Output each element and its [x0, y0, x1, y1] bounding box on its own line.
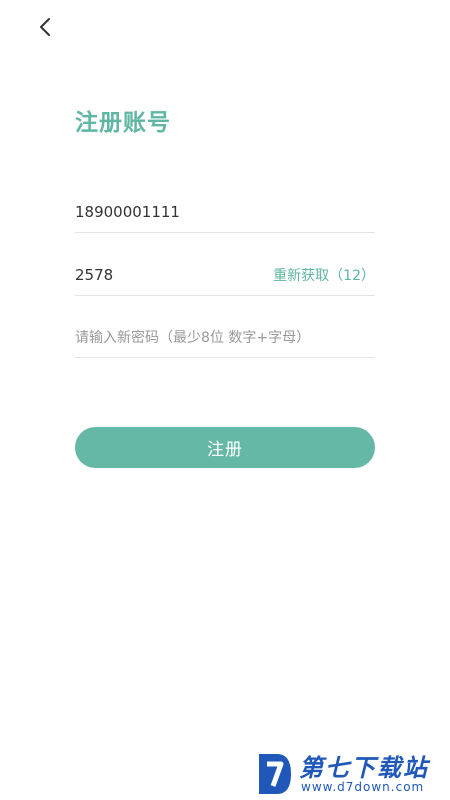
watermark-brand: 第七下载站 [299, 754, 429, 782]
chevron-left-icon [38, 16, 52, 42]
watermark: 第七下载站 www.d7down.com [255, 748, 445, 800]
phone-input[interactable] [75, 203, 375, 221]
back-button[interactable] [30, 14, 60, 44]
password-field-row [75, 317, 375, 358]
register-button[interactable]: 注册 [75, 427, 375, 468]
page-title: 注册账号 [75, 110, 171, 136]
d7-logo-icon [259, 754, 291, 794]
new-password-input[interactable] [75, 328, 375, 346]
watermark-url: www.d7down.com [301, 780, 425, 794]
code-field-row: 重新获取（12） [75, 255, 375, 296]
phone-field-row [75, 192, 375, 233]
verification-code-input[interactable] [75, 266, 274, 284]
resend-code-button[interactable]: 重新获取（12） [273, 265, 375, 285]
